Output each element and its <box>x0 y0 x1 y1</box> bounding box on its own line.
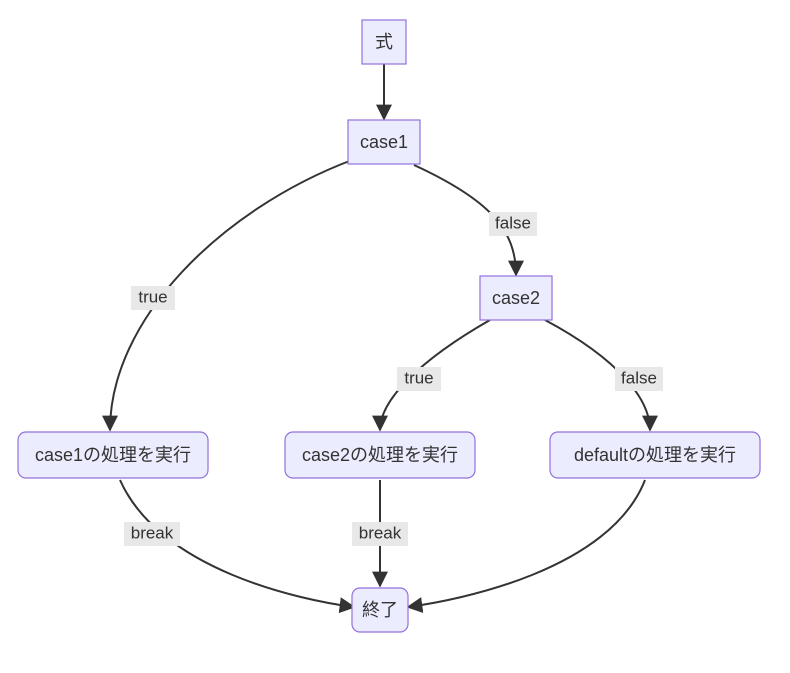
node-case1: case1 <box>348 120 420 164</box>
edge-label-proc1-break: break <box>131 523 174 542</box>
svg-text:式: 式 <box>375 32 393 52</box>
svg-text:終了: 終了 <box>362 600 398 620</box>
node-expr: 式 <box>362 20 406 64</box>
edge-label-case2-false: false <box>621 368 657 387</box>
edge-label-case1-true: true <box>138 287 167 306</box>
edge-label-case2-true: true <box>404 368 433 387</box>
svg-text:defaultの処理を実行: defaultの処理を実行 <box>574 445 736 465</box>
node-procD: defaultの処理を実行 <box>550 432 760 478</box>
svg-text:case1の処理を実行: case1の処理を実行 <box>35 445 191 465</box>
svg-text:case1: case1 <box>360 132 408 152</box>
node-end: 終了 <box>352 588 408 632</box>
node-case2: case2 <box>480 276 552 320</box>
svg-text:case2: case2 <box>492 288 540 308</box>
node-proc1: case1の処理を実行 <box>18 432 208 478</box>
edge-procD-end <box>408 480 645 607</box>
edge-label-case1-false: false <box>495 213 531 232</box>
svg-text:case2の処理を実行: case2の処理を実行 <box>302 445 458 465</box>
node-proc2: case2の処理を実行 <box>285 432 475 478</box>
edge-label-proc2-break: break <box>359 523 402 542</box>
